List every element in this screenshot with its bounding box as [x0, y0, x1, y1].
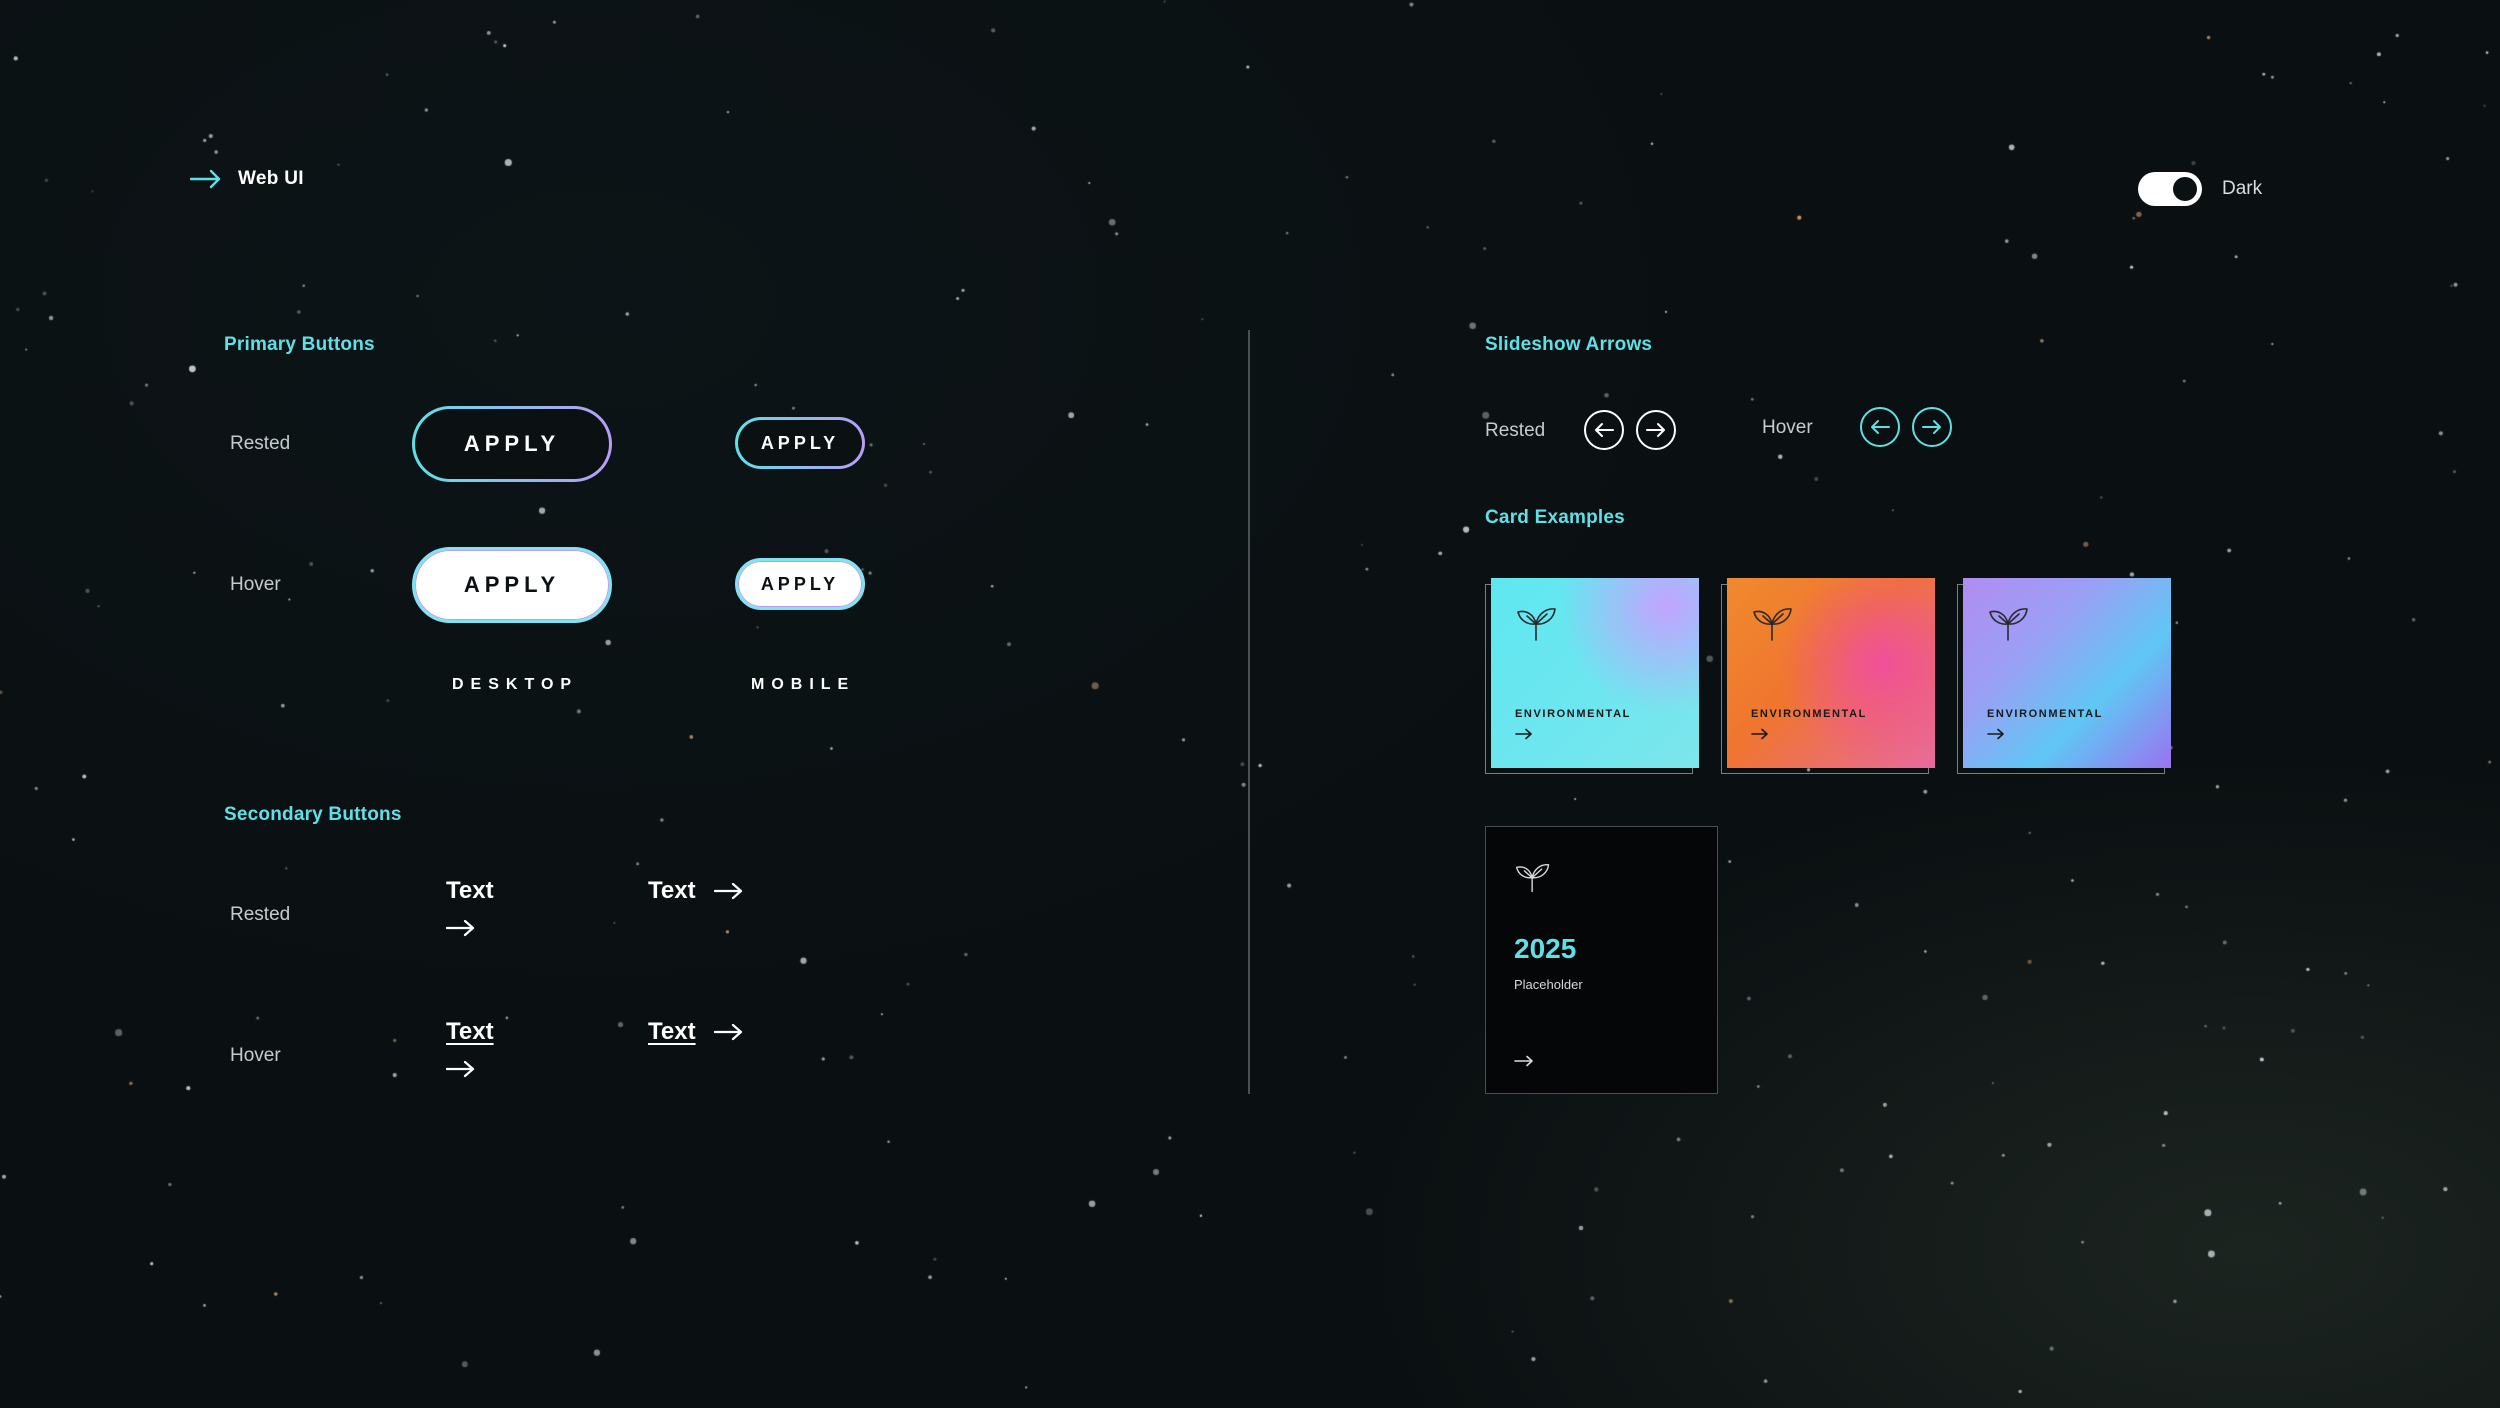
card-tag: ENVIRONMENTAL [1515, 708, 1631, 720]
leaf-icon [1989, 608, 2028, 641]
primary-buttons-title: Primary Buttons [224, 334, 375, 355]
leaf-icon [1515, 864, 1550, 893]
apply-button-mobile-hover[interactable]: APPLY [735, 558, 865, 610]
text-button-label: Text [648, 877, 696, 904]
slideshow-rested-label: Rested [1485, 420, 1546, 441]
card-tag: ENVIRONMENTAL [1987, 708, 2103, 720]
apply-button-desktop-hover[interactable]: APPLY [412, 547, 612, 623]
primary-hover-label: Hover [230, 574, 281, 595]
arrow-right-icon [1987, 728, 2004, 740]
leaf-icon [1753, 608, 1792, 641]
arrow-right-icon [1515, 728, 1532, 740]
page-title: Web UI [238, 168, 304, 189]
card-examples-title: Card Examples [1485, 507, 1625, 528]
text-button-label: Text [446, 877, 494, 904]
arrow-right-icon [1751, 728, 1768, 740]
slide-prev-button-hover[interactable] [1860, 407, 1900, 447]
text-button-inline-hover[interactable]: Text [648, 1018, 744, 1046]
brand: Web UI [190, 168, 304, 190]
theme-toggle: Dark [2138, 172, 2262, 206]
slideshow-hover-label: Hover [1762, 417, 1813, 438]
apply-button-desktop-rested[interactable]: APPLY [412, 406, 612, 482]
card-year: 2025 [1514, 933, 1577, 964]
theme-switch[interactable] [2138, 172, 2202, 206]
slide-next-button-hover[interactable] [1912, 407, 1952, 447]
vertical-divider [1248, 330, 1250, 1094]
card-item: ENVIRONMENTAL [1957, 578, 2171, 774]
text-button-label: Text [446, 1018, 494, 1045]
arrow-left-icon [1871, 420, 1890, 434]
card-arrow [1515, 728, 1533, 740]
environmental-card[interactable]: ENVIRONMENTAL [1491, 578, 1699, 768]
arrow-right-icon [1922, 420, 1941, 434]
arrow-right-icon [446, 919, 475, 937]
slide-prev-button-rested[interactable] [1584, 410, 1624, 450]
text-button-inline-rested[interactable]: Text [648, 877, 744, 905]
text-button-stacked-rested[interactable]: Text [446, 877, 494, 937]
card-arrow [1514, 1055, 1534, 1067]
arrow-right-icon [713, 882, 742, 900]
year-card[interactable]: 2025 Placeholder [1485, 826, 1718, 1094]
mobile-label: MOBILE [751, 676, 856, 693]
leaf-icon [1517, 608, 1556, 641]
apply-button-mobile-rested[interactable]: APPLY [735, 417, 865, 469]
card-arrow [1751, 728, 1769, 740]
text-button-label: Text [648, 1018, 696, 1045]
slide-next-button-rested[interactable] [1636, 410, 1676, 450]
text-button-stacked-hover[interactable]: Text [446, 1018, 494, 1078]
card-arrow [1987, 728, 2005, 740]
arrow-right-icon [446, 1060, 475, 1078]
desktop-label: DESKTOP [452, 676, 579, 693]
card-tag: ENVIRONMENTAL [1751, 708, 1867, 720]
card-subtitle: Placeholder [1514, 977, 1583, 992]
secondary-hover-label: Hover [230, 1045, 281, 1066]
arrow-left-icon [1595, 423, 1614, 437]
slideshow-arrows-title: Slideshow Arrows [1485, 334, 1653, 355]
switch-knob [2173, 177, 2197, 201]
secondary-rested-label: Rested [230, 904, 291, 925]
environmental-card[interactable]: ENVIRONMENTAL [1727, 578, 1935, 768]
environmental-card[interactable]: ENVIRONMENTAL [1963, 578, 2171, 768]
card-item: ENVIRONMENTAL [1721, 578, 1935, 774]
card-item: ENVIRONMENTAL [1485, 578, 1699, 774]
arrow-right-icon [713, 1023, 742, 1041]
arrow-right-icon [1646, 423, 1665, 437]
arrow-right-icon [1514, 1055, 1533, 1067]
primary-rested-label: Rested [230, 433, 291, 454]
theme-toggle-label: Dark [2222, 178, 2263, 199]
secondary-buttons-title: Secondary Buttons [224, 804, 402, 825]
arrow-right-icon [190, 169, 221, 189]
